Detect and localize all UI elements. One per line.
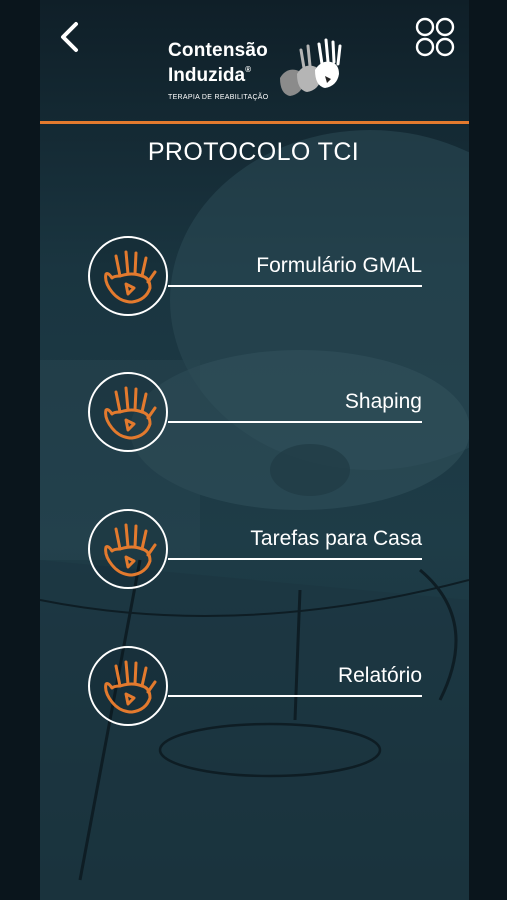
hand-icon-badge	[88, 372, 168, 452]
menu-item-label: Shaping	[344, 390, 422, 413]
menu-item-formulario-gmal[interactable]: Formulário GMAL	[88, 236, 422, 320]
menu-item-relatorio[interactable]: Relatório	[88, 646, 422, 730]
four-circles-grid-icon	[415, 17, 455, 57]
hand-icon-badge	[88, 509, 168, 589]
menu-item-underline	[168, 421, 422, 423]
menu-item-underline	[168, 695, 422, 697]
hand-icon	[104, 660, 157, 714]
menu-item-label: Relatório	[337, 664, 422, 687]
logo-subtitle: TERAPIA DE REABILITAÇÃO	[168, 94, 269, 101]
back-button[interactable]	[52, 14, 92, 60]
grid-menu-button[interactable]	[410, 12, 460, 62]
menu-item-label: Formulário GMAL	[256, 254, 422, 277]
hand-icon	[104, 250, 157, 304]
menu-item-underline	[168, 558, 422, 560]
hand-icon-badge	[88, 236, 168, 316]
app-logo: Contensão Induzida® TERAPIA DE REABILITA…	[165, 38, 350, 108]
app-header: Contensão Induzida® TERAPIA DE REABILITA…	[0, 0, 507, 124]
logo-hands-icon	[280, 38, 342, 96]
menu-item-underline	[168, 285, 422, 287]
menu-item-shaping[interactable]: Shaping	[88, 372, 422, 456]
header-divider	[40, 121, 469, 124]
hand-icon	[104, 523, 157, 577]
menu-item-label: Tarefas para Casa	[250, 527, 422, 550]
right-margin	[469, 0, 507, 900]
logo-line-1: Contensão	[168, 40, 268, 61]
page-title: PROTOCOLO TCI	[147, 138, 360, 166]
hand-icon	[104, 386, 157, 440]
hand-icon-badge	[88, 646, 168, 726]
chevron-left-icon	[61, 22, 78, 52]
menu-item-tarefas-para-casa[interactable]: Tarefas para Casa	[88, 509, 422, 593]
logo-line-2: Induzida®	[168, 65, 251, 86]
left-margin	[0, 0, 40, 900]
